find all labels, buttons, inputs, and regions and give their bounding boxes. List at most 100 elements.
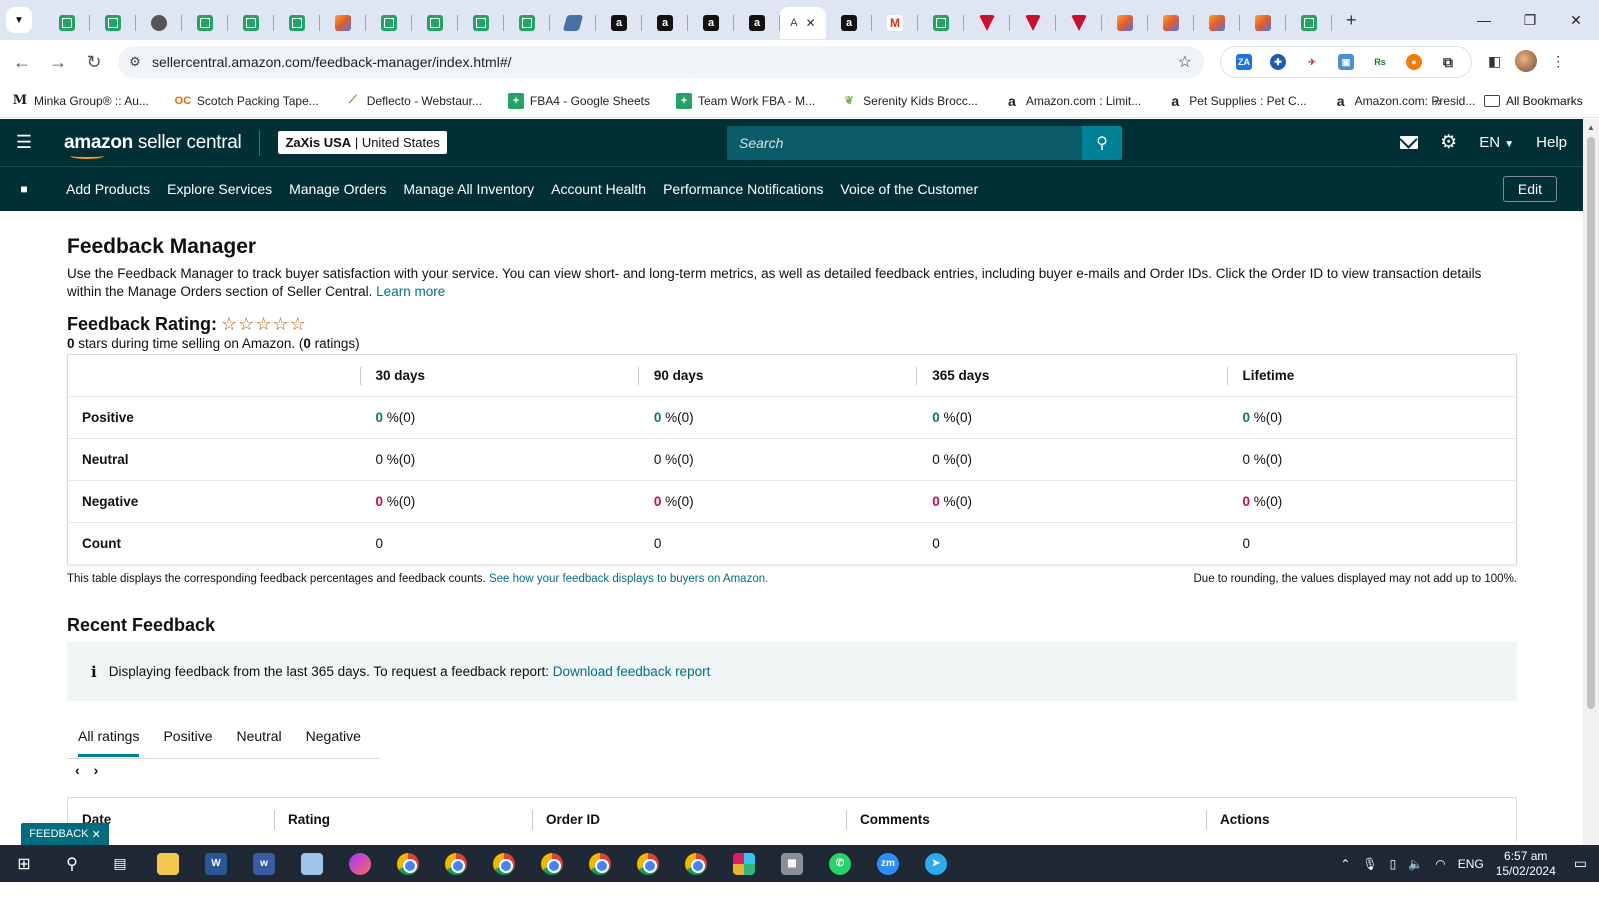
wifi-icon[interactable]: ◠ (1435, 857, 1445, 871)
minimize-icon[interactable]: — (1461, 12, 1507, 28)
tab-neutral[interactable]: Neutral (237, 714, 282, 759)
page-scrollbar[interactable]: ▲ ▼ (1583, 119, 1599, 861)
chrome-icon[interactable] (576, 845, 624, 882)
browser-tab[interactable] (366, 7, 412, 39)
col-rating[interactable]: Rating (274, 810, 532, 830)
bookmark-item[interactable]: a Amazon.com : Limit... (1004, 93, 1141, 109)
whatsapp-icon[interactable]: ✆ (816, 845, 864, 882)
reload-icon[interactable]: ↻ (76, 52, 112, 73)
scrollbar-thumb[interactable] (1587, 137, 1595, 709)
file-explorer-icon[interactable] (144, 845, 192, 882)
browser-tab[interactable] (1102, 7, 1148, 39)
chrome-icon[interactable] (432, 845, 480, 882)
battery-icon[interactable]: ▯ (1390, 857, 1397, 871)
browser-tab[interactable] (412, 7, 458, 39)
word-doc-icon[interactable]: w (240, 845, 288, 882)
nav-voice-of-the-customer[interactable]: Voice of the Customer (840, 181, 978, 197)
bookmark-item[interactable]: a Pet Supplies : Pet C... (1167, 93, 1306, 109)
side-panel-icon[interactable]: ◧ (1488, 53, 1501, 70)
feedback-widget-button[interactable]: FEEDBACK ✕ (21, 823, 109, 845)
extension-icon[interactable]: ✚ (1270, 54, 1286, 70)
forward-icon[interactable]: → (40, 52, 76, 73)
help-link[interactable]: Help (1536, 134, 1567, 151)
all-bookmarks-button[interactable]: All Bookmarks (1484, 94, 1583, 108)
edit-nav-button[interactable]: Edit (1502, 176, 1557, 202)
extension-icon[interactable]: ● (1406, 54, 1422, 70)
chevron-up-icon[interactable]: ⌃ (1340, 857, 1350, 871)
chrome-icon[interactable] (624, 845, 672, 882)
nav-explore-services[interactable]: Explore Services (167, 181, 272, 197)
nav-account-health[interactable]: Account Health (551, 181, 646, 197)
chevron-right-icon[interactable]: › (94, 762, 99, 778)
browser-tab[interactable] (274, 7, 320, 39)
maximize-icon[interactable]: ❐ (1507, 12, 1553, 29)
new-tab-button[interactable]: + (1346, 10, 1357, 31)
browser-tab[interactable]: a (642, 7, 688, 39)
notification-icon[interactable]: ▭ (1574, 855, 1587, 872)
col-order-id[interactable]: Order ID (532, 810, 846, 830)
more-bookmarks-icon[interactable]: » (1434, 93, 1442, 109)
store-selector[interactable]: ZaXis USA | United States (278, 131, 447, 154)
nav-manage-all-inventory[interactable]: Manage All Inventory (403, 181, 534, 197)
browser-tab[interactable]: a (826, 7, 872, 39)
mail-icon[interactable] (1400, 136, 1419, 149)
back-icon[interactable]: ← (4, 52, 40, 73)
close-window-icon[interactable]: ✕ (1553, 12, 1599, 29)
bookmark-item[interactable]: + Team Work FBA - M... (676, 92, 815, 109)
amazon-seller-central-logo[interactable]: amazon seller central (64, 132, 242, 159)
buyer-display-link[interactable]: See how your feedback displays to buyers… (489, 573, 768, 585)
browser-tab[interactable] (90, 7, 136, 39)
col-actions[interactable]: Actions (1206, 810, 1270, 830)
search-button[interactable]: ⚲ (1082, 126, 1122, 160)
tab-search-button[interactable]: ▼ (6, 7, 32, 33)
avatar[interactable] (1515, 50, 1538, 72)
extension-icon[interactable]: ZA (1236, 54, 1252, 70)
tab-positive[interactable]: Positive (163, 714, 212, 759)
browser-tab[interactable] (504, 7, 550, 39)
bookmark-star-icon[interactable]: ☆ (1178, 52, 1192, 72)
browser-tab[interactable] (320, 7, 366, 39)
bookmark-item[interactable]: + FBA4 - Google Sheets (507, 92, 650, 109)
tab-all-ratings[interactable]: All ratings (78, 714, 140, 759)
bookmark-icon[interactable]: ■ (0, 182, 48, 196)
chrome-icon[interactable] (384, 845, 432, 882)
task-view-icon[interactable]: ▤ (96, 845, 144, 882)
browser-tab[interactable] (1010, 7, 1056, 39)
menu-kebab-icon[interactable]: ⋮ (1551, 53, 1565, 70)
browser-tab[interactable] (1056, 7, 1102, 39)
browser-tab[interactable]: a (688, 7, 734, 39)
nav-add-products[interactable]: Add Products (66, 181, 150, 197)
chrome-icon[interactable] (480, 845, 528, 882)
telegram-icon[interactable]: ➤ (912, 845, 960, 882)
slack-icon[interactable] (720, 845, 768, 882)
browser-tab[interactable]: a (596, 7, 642, 39)
nav-performance-notifications[interactable]: Performance Notifications (663, 181, 823, 197)
gear-icon[interactable]: ⚙ (1440, 131, 1457, 154)
browser-tab[interactable] (964, 7, 1010, 39)
col-comments[interactable]: Comments (846, 810, 1206, 830)
chrome-icon[interactable] (528, 845, 576, 882)
puzzle-icon[interactable]: ⧉ (1440, 54, 1456, 70)
scroll-up-icon[interactable]: ▲ (1587, 123, 1595, 132)
close-icon[interactable]: ✕ (92, 828, 101, 841)
browser-tab[interactable] (182, 7, 228, 39)
browser-tab[interactable] (1240, 7, 1286, 39)
volume-icon[interactable]: 🔈 (1408, 857, 1423, 871)
extension-icon[interactable]: ✈ (1304, 54, 1320, 70)
extension-icon[interactable]: Rs (1372, 54, 1388, 70)
download-feedback-report-link[interactable]: Download feedback report (553, 664, 711, 679)
messenger-icon[interactable] (336, 845, 384, 882)
microphone-icon[interactable]: 🎙 (1362, 857, 1377, 871)
clock[interactable]: 6:57 am 15/02/2024 (1496, 849, 1556, 879)
browser-tab[interactable] (1148, 7, 1194, 39)
browser-tab[interactable] (44, 7, 90, 39)
browser-tab[interactable]: a (734, 7, 780, 39)
search-input[interactable]: Search (727, 126, 1082, 160)
calculator-icon[interactable]: ▦ (768, 845, 816, 882)
bookmark-item[interactable]: ❦ Serenity Kids Brocc... (841, 93, 978, 109)
windows-start-icon[interactable]: ⊞ (0, 845, 48, 882)
close-tab-icon[interactable]: ✕ (806, 16, 816, 30)
browser-tab[interactable] (228, 7, 274, 39)
bookmark-item[interactable]: a Amazon.com: Presid... (1333, 93, 1476, 109)
url-field[interactable]: ⚙ sellercentral.amazon.com/feedback-mana… (118, 46, 1204, 78)
